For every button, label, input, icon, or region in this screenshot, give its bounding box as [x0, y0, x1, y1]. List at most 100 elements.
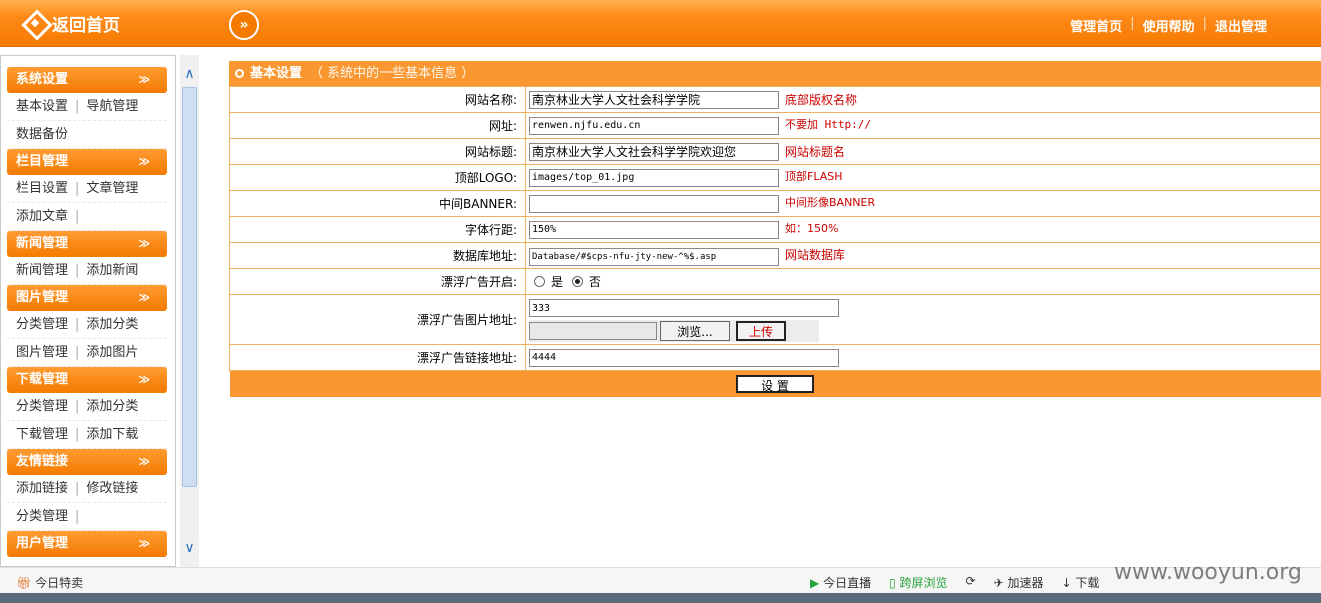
settings-panel: 基本设置 （ 系统中的一些基本信息 ） 网站名称: 底部版权名称 网址: 不要加 … [229, 61, 1321, 397]
menu-item-edit-link[interactable]: 修改链接 [86, 481, 138, 496]
browse-button[interactable]: 浏览... [660, 321, 730, 341]
site-title-hint: 网站标题名 [785, 145, 846, 159]
menu-separator: | [75, 263, 80, 278]
top-banner: 返回首页 » 管理首页 | 使用帮助 | 退出管理 [0, 0, 1321, 47]
os-taskbar [0, 593, 1321, 603]
scroll-down-icon[interactable]: ∨ [180, 533, 199, 563]
menu-row: 栏目设置 | 文章管理 [7, 175, 167, 203]
site-name-hint: 底部版权名称 [785, 93, 858, 107]
nav-separator: | [1202, 16, 1207, 31]
submit-row: 设 置 [229, 370, 1321, 397]
site-name-label: 网站名称: [229, 86, 526, 113]
menu-item-basic-settings[interactable]: 基本设置 [16, 99, 68, 114]
form-row: 网站名称: 底部版权名称 [229, 86, 1321, 113]
menu-item-add-image-category[interactable]: 添加分类 [86, 317, 138, 332]
nav-logout[interactable]: 退出管理 [1215, 16, 1267, 35]
menu-item-image-manage[interactable]: 图片管理 [16, 345, 68, 360]
menu-item-column-settings[interactable]: 栏目设置 [16, 181, 68, 196]
line-height-input[interactable] [529, 220, 779, 239]
site-title-input[interactable] [529, 142, 779, 161]
top-logo-hint: 顶部FLASH [785, 170, 843, 184]
home-logo-link[interactable]: 返回首页 [22, 8, 120, 38]
nav-admin-home[interactable]: 管理首页 [1070, 16, 1122, 35]
menu-separator: | [75, 181, 80, 196]
menu-item-article-manage[interactable]: 文章管理 [86, 181, 138, 196]
chevron-down-icon: ≫ [138, 291, 150, 304]
menu-item-download-manage[interactable]: 下载管理 [16, 427, 68, 442]
upload-button[interactable]: 上传 [736, 321, 786, 341]
double-chevron-icon: » [239, 17, 249, 33]
cross-screen-button[interactable]: ▯ 跨屏浏览 [889, 574, 947, 591]
menu-row: 添加文章 | [7, 203, 167, 231]
menu-item-link-category[interactable]: 分类管理 [16, 509, 68, 524]
download-icon: ↓ [1061, 576, 1072, 590]
scroll-up-icon[interactable]: ∧ [180, 59, 199, 89]
form-row: 中间BANNER: 中间形像BANNER [229, 190, 1321, 217]
db-path-input[interactable] [529, 247, 779, 266]
float-img-input[interactable] [529, 299, 839, 317]
menu-separator: | [75, 317, 80, 332]
form-row: 漂浮广告图片地址: 浏览... 上传 [229, 294, 1321, 345]
download-button[interactable]: ↓ 下载 [1062, 574, 1100, 591]
menu-category-news[interactable]: 新闻管理 ≫ [7, 231, 167, 257]
live-button[interactable]: ▶ 今日直播 [810, 574, 871, 591]
sidebar-toggle-button[interactable]: » [229, 10, 259, 40]
daily-deals[interactable]: 🎁︎ 今日特卖 [16, 574, 83, 591]
float-ad-no-radio[interactable] [571, 276, 583, 287]
mid-banner-hint: 中间形像BANNER [785, 196, 876, 210]
menu-item-news-manage[interactable]: 新闻管理 [16, 263, 68, 278]
url-input[interactable] [529, 116, 779, 135]
scroll-thumb[interactable] [182, 87, 197, 487]
menu-item-add-image[interactable]: 添加图片 [86, 345, 138, 360]
logo-icon [22, 10, 48, 36]
submit-button[interactable]: 设 置 [736, 374, 814, 393]
menu-item-add-download[interactable]: 添加下载 [86, 427, 138, 442]
menu-category-downloads[interactable]: 下载管理 ≫ [7, 367, 167, 393]
menu-category-columns[interactable]: 栏目管理 ≫ [7, 149, 167, 175]
menu-item-add-news[interactable]: 添加新闻 [86, 263, 138, 278]
menu-category-links[interactable]: 友情链接 ≫ [7, 449, 167, 475]
menu-row: 分类管理 | 添加分类 [7, 393, 167, 421]
mid-banner-input[interactable] [529, 194, 779, 213]
menu-item-nav-manage[interactable]: 导航管理 [86, 99, 138, 114]
site-name-input[interactable] [529, 90, 779, 109]
status-tools: ▶ 今日直播 ▯ 跨屏浏览 ⟳ ✈ 加速器 ↓ 下载 [810, 574, 1099, 591]
menu-separator: | [75, 345, 80, 360]
phone-icon: ▯ [889, 576, 896, 590]
menu-separator: | [75, 99, 80, 114]
chevron-down-icon: ≫ [138, 455, 150, 468]
sidebar-scrollbar[interactable]: ∧ ∨ [180, 55, 199, 567]
float-img-label: 漂浮广告图片地址: [229, 294, 526, 345]
menu-row: 分类管理 | [7, 503, 167, 531]
play-icon: ▶ [810, 576, 820, 590]
float-link-input[interactable] [529, 348, 839, 367]
menu-item-download-category[interactable]: 分类管理 [16, 399, 68, 414]
menu-category-images[interactable]: 图片管理 ≫ [7, 285, 167, 311]
file-path-field[interactable] [529, 322, 657, 340]
db-path-hint: 网站数据库 [785, 247, 846, 262]
menu-item-add-article[interactable]: 添加文章 [16, 209, 68, 224]
top-logo-label: 顶部LOGO: [229, 164, 526, 191]
menu-item-image-category[interactable]: 分类管理 [16, 317, 68, 332]
menu-item-backup[interactable]: 数据备份 [16, 127, 68, 142]
menu-item-add-link[interactable]: 添加链接 [16, 481, 68, 496]
accelerator-button[interactable]: ✈ 加速器 [994, 574, 1044, 591]
url-hint: 不要加 Http:// [785, 118, 871, 132]
circle-icon [235, 69, 244, 78]
form-row: 顶部LOGO: 顶部FLASH [229, 164, 1321, 191]
menu-item-add-download-category[interactable]: 添加分类 [86, 399, 138, 414]
float-ad-no-label: 否 [588, 275, 601, 289]
float-ad-yes-radio[interactable] [534, 276, 545, 287]
category-title: 友情链接 [16, 454, 69, 469]
top-logo-input[interactable] [529, 168, 779, 187]
refresh-icon[interactable]: ⟳ [966, 574, 976, 591]
menu-category-system[interactable]: 系统设置 ≫ [7, 67, 167, 93]
nav-help[interactable]: 使用帮助 [1143, 16, 1195, 35]
category-title: 栏目管理 [16, 154, 69, 169]
float-ad-label: 漂浮广告开启: [229, 268, 526, 295]
menu-row: 新闻管理 | 添加新闻 [7, 257, 167, 285]
menu-category-users[interactable]: 用户管理 ≫ [7, 531, 167, 557]
menu-separator: | [75, 209, 80, 224]
menu-row: 添加链接 | 修改链接 [7, 475, 167, 503]
top-nav: 管理首页 | 使用帮助 | 退出管理 [1070, 16, 1267, 35]
